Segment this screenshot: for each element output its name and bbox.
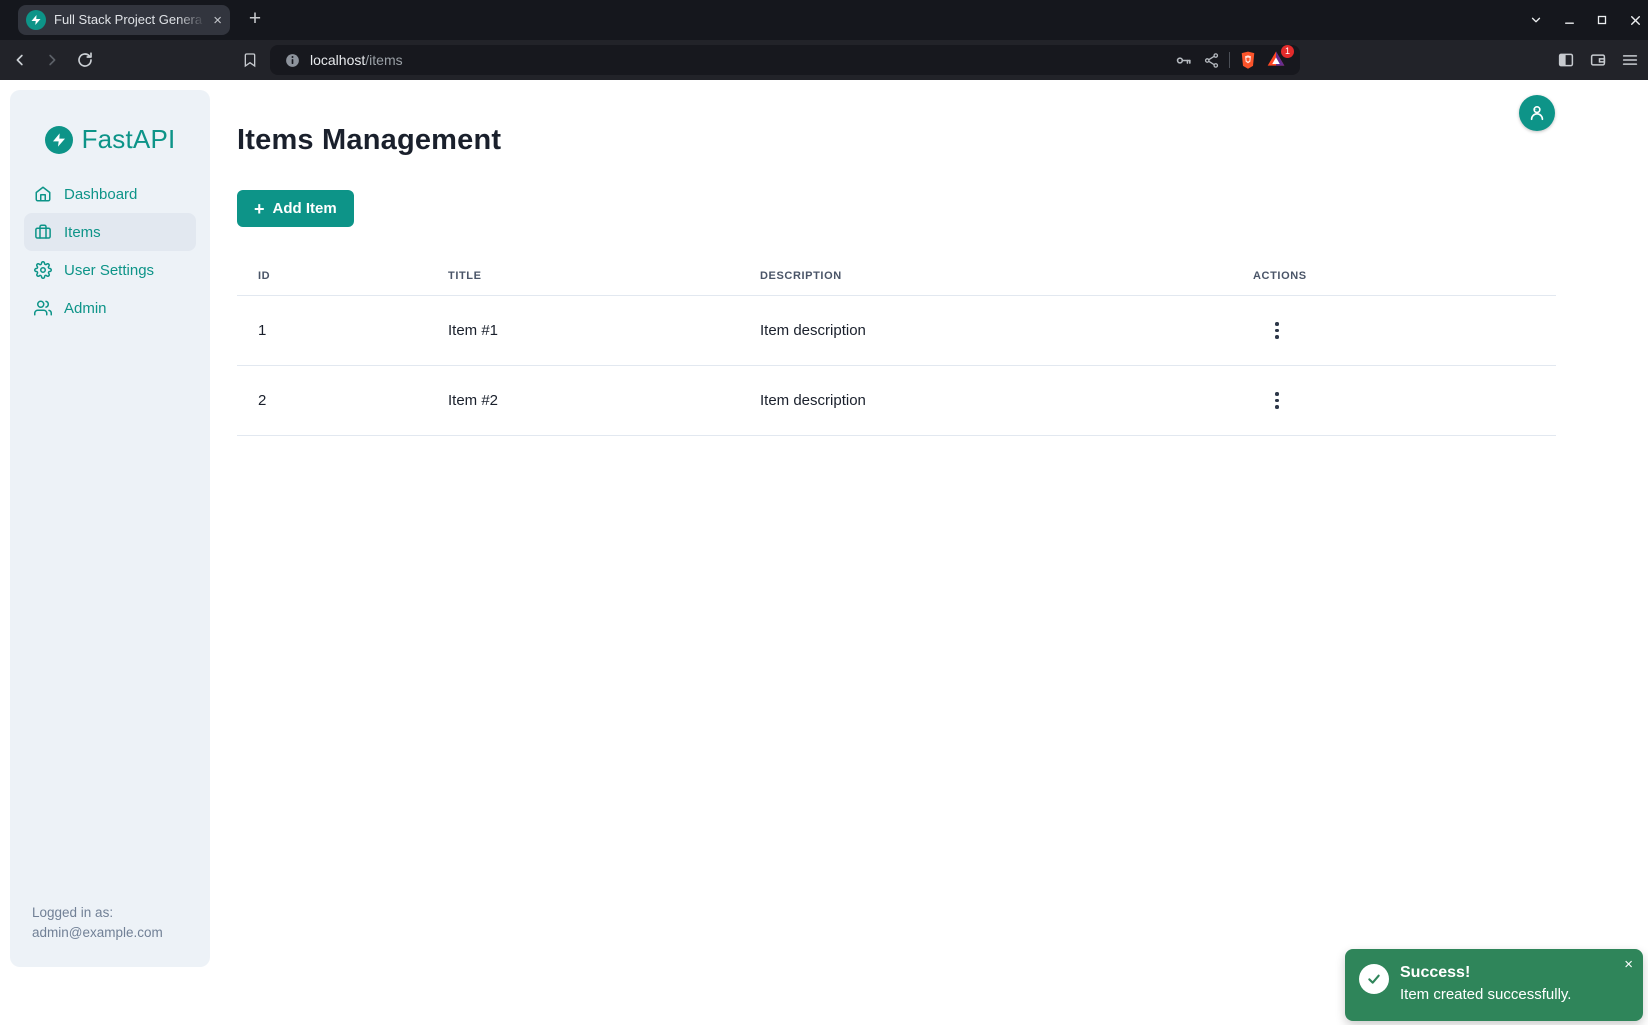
window-close-icon[interactable] [1626,11,1644,29]
cell-description: Item description [739,392,1232,409]
toolbar-divider [1229,52,1230,68]
password-key-icon[interactable] [1173,50,1193,70]
cell-id: 2 [237,392,427,409]
site-info-icon[interactable] [282,50,302,70]
column-header-description: DESCRIPTION [739,270,1232,282]
tab-search-chevron-icon[interactable] [1527,11,1545,29]
fastapi-logo-text: FastAPI [82,124,176,155]
reload-button[interactable] [73,48,97,72]
column-header-title: TITLE [427,270,739,282]
logged-in-email: admin@example.com [32,923,163,943]
back-button[interactable] [8,48,32,72]
add-item-button[interactable]: + Add Item [237,190,354,227]
success-toast: Success! Item created successfully. × [1345,949,1643,1021]
url-host: localhost [310,52,365,68]
sidebar-menu: Dashboard Items User Settings Admin [10,175,210,327]
sidebar-item-items[interactable]: Items [24,213,196,251]
check-circle-icon [1359,964,1389,994]
home-icon [34,185,52,203]
toast-close-icon[interactable]: × [1624,957,1633,973]
share-icon[interactable] [1201,50,1221,70]
logged-in-label: Logged in as: [32,903,163,923]
briefcase-icon [34,223,52,241]
fastapi-favicon-icon [26,10,46,30]
logged-in-info: Logged in as: admin@example.com [32,903,163,943]
bookmark-icon[interactable] [238,48,262,72]
tab-title: Full Stack Project Genera [54,12,202,27]
user-avatar-button[interactable] [1519,95,1555,131]
browser-toolbar: localhost/items 1 [0,40,1648,80]
table-row: 2 Item #2 Item description [237,366,1556,436]
rewards-badge: 1 [1281,45,1294,58]
wallet-icon[interactable] [1588,48,1608,72]
items-table: ID TITLE DESCRIPTION ACTIONS 1 Item #1 I… [237,256,1556,436]
window-minimize-icon[interactable] [1560,11,1578,29]
user-avatar-icon [1527,103,1547,123]
browser-tab-bar: Full Stack Project Genera × + [0,0,1648,40]
page-title: Items Management [237,124,501,157]
menu-hamburger-icon[interactable] [1620,48,1640,72]
row-actions-kebab-icon[interactable] [1267,316,1287,345]
tab-close-icon[interactable]: × [213,13,222,28]
table-header-row: ID TITLE DESCRIPTION ACTIONS [237,256,1556,296]
toast-message: Item created successfully. [1400,984,1571,1006]
cell-title: Item #1 [427,322,739,339]
sidebar-item-admin[interactable]: Admin [24,289,196,327]
window-controls [1527,0,1644,40]
url-path: /items [365,52,402,68]
users-icon [34,299,52,317]
new-tab-button[interactable]: + [243,8,267,32]
window-maximize-icon[interactable] [1593,11,1611,29]
brave-shield-icon[interactable] [1238,50,1258,70]
column-header-actions: ACTIONS [1232,270,1556,282]
add-item-label: Add Item [273,200,337,217]
toast-title: Success! [1400,962,1571,984]
sidebar-item-label: Dashboard [64,186,137,203]
sidebar-item-dashboard[interactable]: Dashboard [24,175,196,213]
sidebar-item-label: Items [64,224,101,241]
cell-title: Item #2 [427,392,739,409]
table-row: 1 Item #1 Item description [237,296,1556,366]
fastapi-logo: FastAPI [10,90,210,155]
sidebar-toggle-icon[interactable] [1556,48,1576,72]
column-header-id: ID [237,270,427,282]
browser-tab[interactable]: Full Stack Project Genera × [18,5,230,35]
app-sidebar: FastAPI Dashboard Items User Settings Ad… [10,90,210,967]
sidebar-item-label: Admin [64,300,107,317]
gear-icon [34,261,52,279]
sidebar-item-user-settings[interactable]: User Settings [24,251,196,289]
forward-button[interactable] [40,48,64,72]
url-bar[interactable]: localhost/items 1 [270,45,1300,75]
fastapi-bolt-icon [45,126,73,154]
plus-icon: + [254,200,265,218]
row-actions-kebab-icon[interactable] [1267,386,1287,415]
sidebar-item-label: User Settings [64,262,154,279]
brave-rewards-icon[interactable]: 1 [1266,49,1288,71]
cell-id: 1 [237,322,427,339]
cell-description: Item description [739,322,1232,339]
